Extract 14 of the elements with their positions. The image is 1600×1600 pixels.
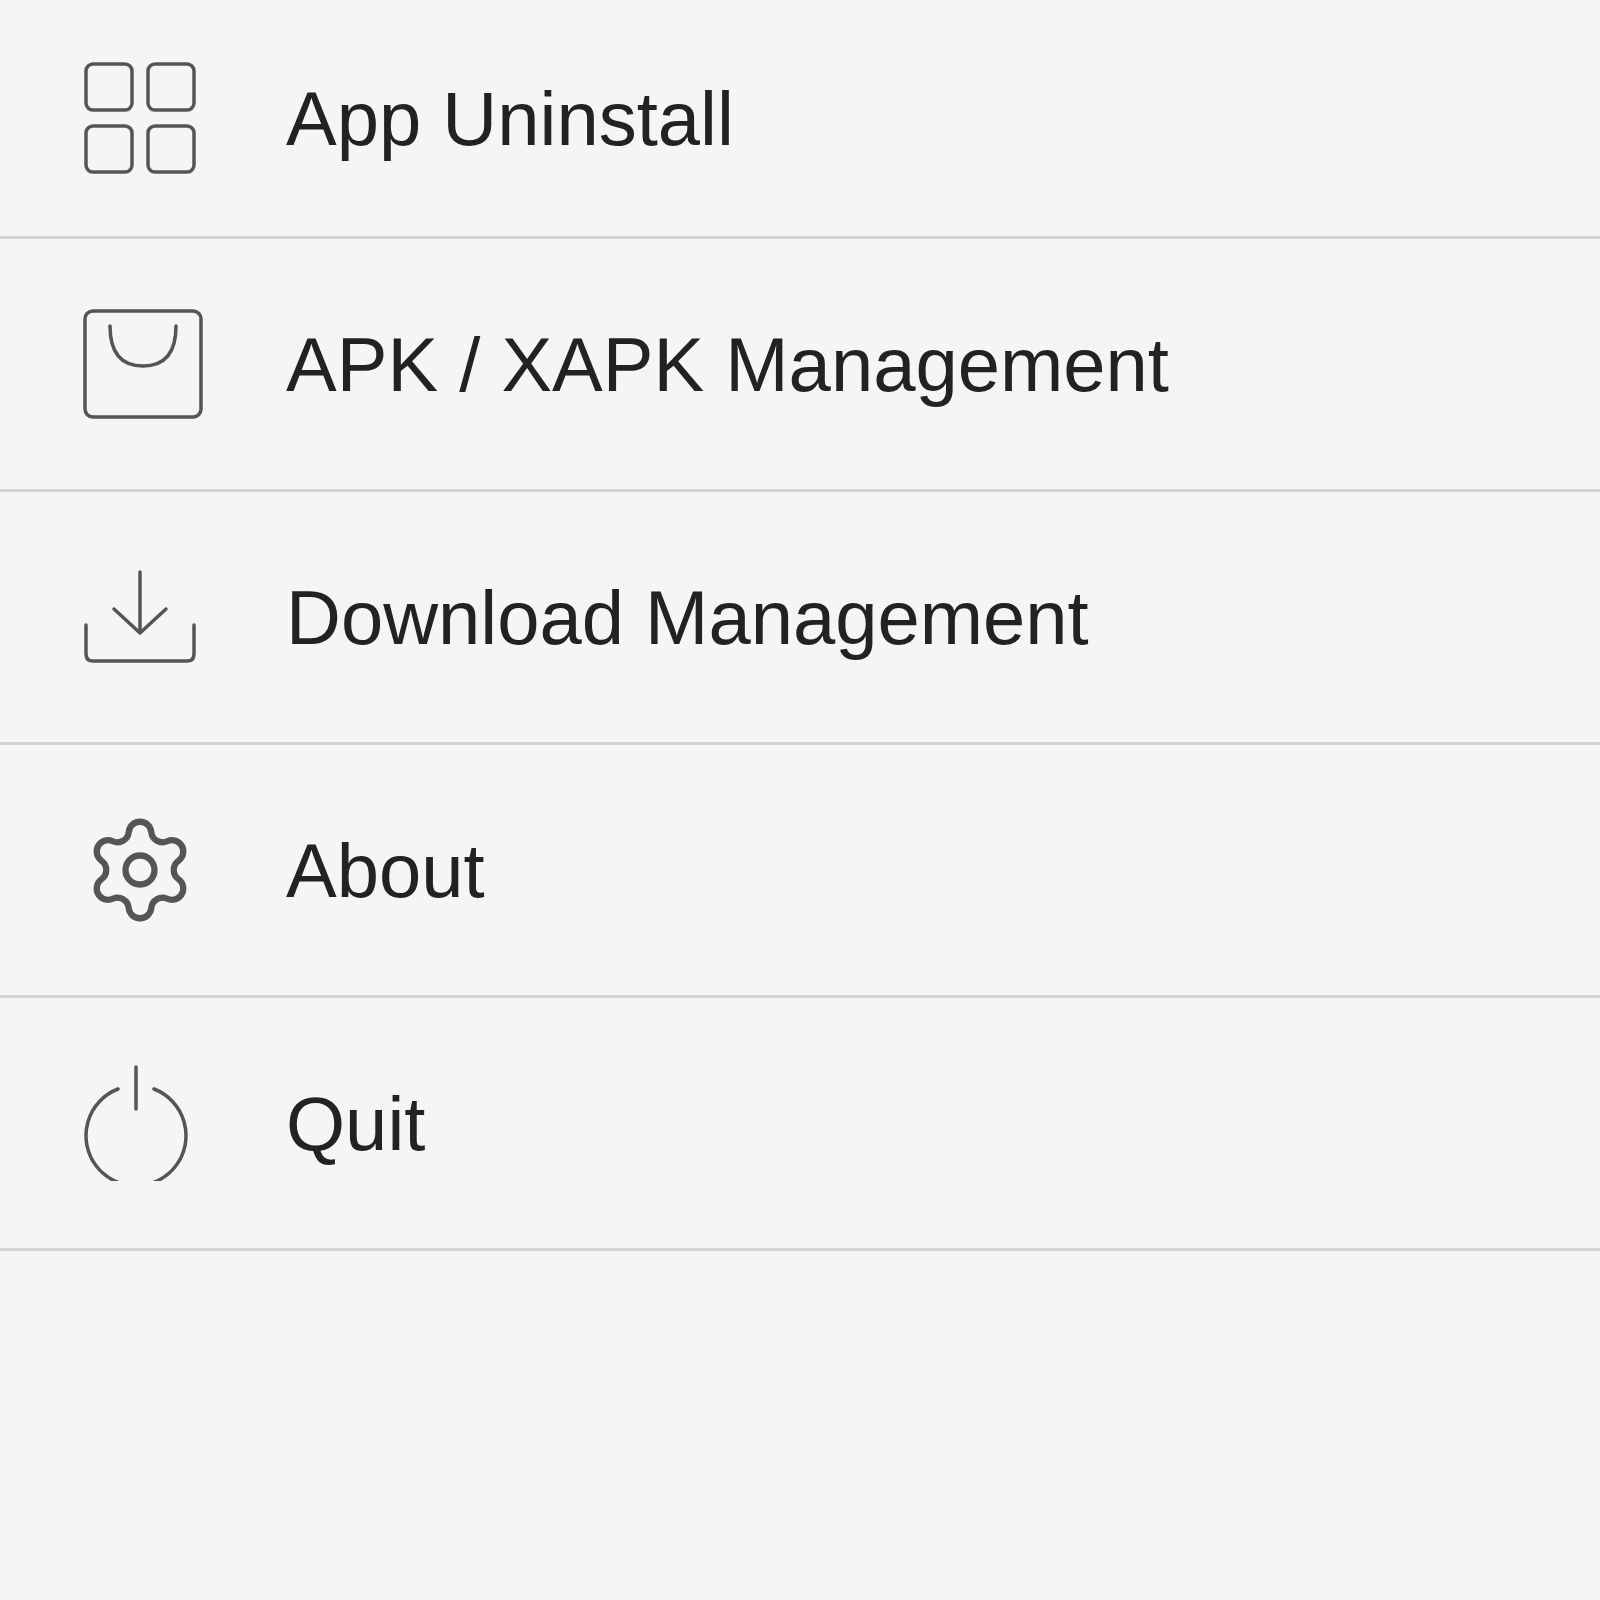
menu-item[interactable]: APK / XAPK Management [0,239,1600,492]
shopping-bag-icon [82,308,204,420]
apps-grid-icon [82,60,198,176]
download-icon [82,569,198,665]
menu-item-label: App Uninstall [286,74,734,162]
menu-item-label: Quit [286,1079,426,1167]
menu-item[interactable]: About [0,745,1600,998]
menu-item[interactable]: App Uninstall [0,0,1600,239]
menu-item[interactable]: Download Management [0,492,1600,745]
menu-item[interactable]: Quit [0,998,1600,1251]
power-icon [82,1065,190,1181]
menu-item-label: Download Management [286,573,1089,661]
menu-item-label: APK / XAPK Management [286,320,1169,408]
menu-item-label: About [286,826,485,914]
